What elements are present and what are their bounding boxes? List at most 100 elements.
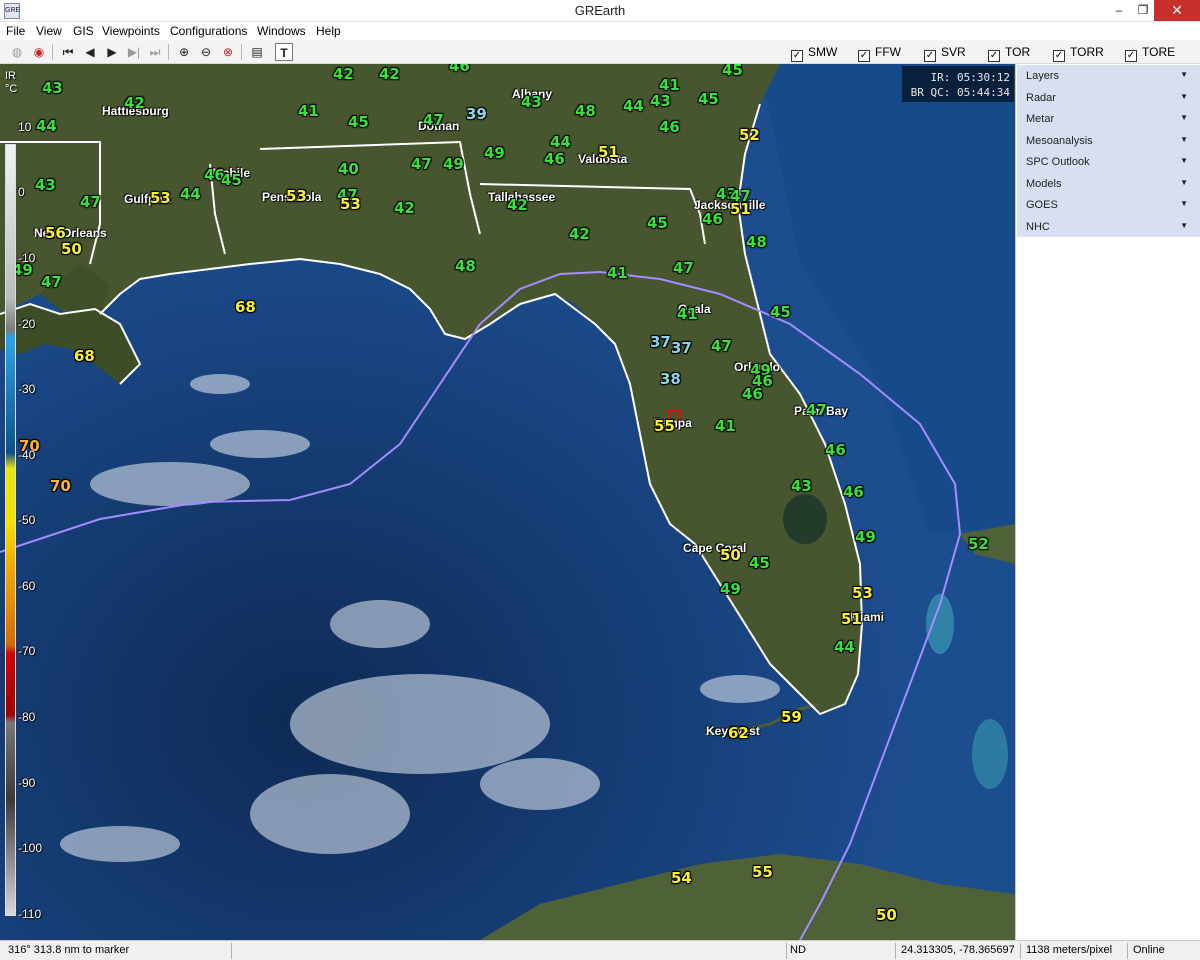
- panel-item-radar[interactable]: Radar ▼: [1026, 92, 1196, 104]
- legend-tick: 10: [18, 120, 32, 134]
- menu-configurations[interactable]: Configurations: [170, 24, 247, 38]
- temp-label: 46: [659, 118, 680, 136]
- panel-item-models[interactable]: Models ▼: [1026, 178, 1196, 190]
- panel-item-spc-outlook[interactable]: SPC Outlook ▼: [1026, 156, 1196, 168]
- panel-item-mesoanalysis[interactable]: Mesoanalysis ▼: [1026, 135, 1196, 147]
- warning-toggle-tore[interactable]: ✓ TORE: [1125, 44, 1176, 62]
- legend-label-unit: °C: [5, 83, 18, 95]
- coordinates-readout: 24.313305, -78.365697: [901, 944, 1015, 956]
- checkbox[interactable]: ✓: [988, 50, 1000, 62]
- temp-label: 43: [650, 92, 671, 110]
- menu-file[interactable]: File: [6, 24, 25, 38]
- status-separator: [1020, 943, 1021, 959]
- radar-icon[interactable]: ◉: [30, 43, 48, 61]
- text-icon[interactable]: T: [275, 43, 293, 61]
- legend-color-bar: [5, 144, 16, 916]
- toolbar: ◍ ◉ ⏮ ◀ ▶ ▶| ⏭ ⊕ ⊖ ⊗ ▤ T ✓ SMW ✓ FFW ✓ SVR …: [0, 40, 1200, 64]
- last-frame-icon[interactable]: ⏭: [146, 43, 164, 61]
- warning-toggle-ffw[interactable]: ✓ FFW: [858, 44, 901, 62]
- temp-label: 46: [702, 210, 723, 228]
- temp-label: 42: [379, 65, 400, 83]
- zoom-reset-icon[interactable]: ⊗: [219, 43, 237, 61]
- temp-label: 62: [728, 724, 749, 742]
- temp-label: 47: [806, 401, 827, 419]
- panel-item-label: Mesoanalysis: [1026, 135, 1093, 147]
- temp-label: 46: [449, 64, 470, 75]
- temp-label: 51: [730, 200, 751, 218]
- temp-label: 42: [569, 225, 590, 243]
- layer-panel: Layers ▼ Radar ▼ Metar ▼ Mesoanalysis ▼ SPC …: [1015, 64, 1200, 940]
- checkbox[interactable]: ✓: [791, 50, 803, 62]
- temp-label: 52: [968, 535, 989, 553]
- warning-toggle-torr[interactable]: ✓ TORR: [1053, 44, 1104, 62]
- legend-tick: -80: [18, 710, 36, 724]
- temp-label: 45: [348, 113, 369, 131]
- chevron-down-icon: ▼: [1180, 135, 1188, 144]
- status-separator: [786, 943, 787, 959]
- temp-label: 47: [423, 111, 444, 129]
- panel-item-label: GOES: [1026, 199, 1058, 211]
- temp-label: 47: [80, 193, 101, 211]
- menu-view[interactable]: View: [36, 24, 62, 38]
- temp-label: 47: [411, 155, 432, 173]
- temp-label: 46: [544, 150, 565, 168]
- temp-label: 46: [825, 441, 846, 459]
- temp-label: 44: [834, 638, 855, 656]
- temp-label: 51: [598, 143, 619, 161]
- temp-label: 41: [715, 417, 736, 435]
- legend-tick: -100: [18, 841, 43, 855]
- menu-viewpoints[interactable]: Viewpoints: [102, 24, 160, 38]
- zoom-in-icon[interactable]: ⊕: [175, 43, 193, 61]
- menu-windows[interactable]: Windows: [257, 24, 306, 38]
- temp-label: 44: [180, 185, 201, 203]
- temp-label: 38: [660, 370, 681, 388]
- panel-item-layers[interactable]: Layers ▼: [1026, 70, 1196, 82]
- warning-toggle-smw[interactable]: ✓ SMW: [791, 44, 837, 62]
- chevron-down-icon: ▼: [1180, 178, 1188, 187]
- legend-tick: -70: [18, 644, 36, 658]
- checkbox[interactable]: ✓: [924, 50, 936, 62]
- temp-label: 48: [575, 102, 596, 120]
- warning-toggle-svr[interactable]: ✓ SVR: [924, 44, 966, 62]
- panel-item-goes[interactable]: GOES ▼: [1026, 199, 1196, 211]
- checkbox[interactable]: ✓: [1125, 50, 1137, 62]
- warning-label: TORE: [1142, 45, 1176, 59]
- temp-label: 45: [647, 214, 668, 232]
- prev-frame-icon[interactable]: ◀: [81, 43, 99, 61]
- next-frame-icon[interactable]: ▶|: [125, 43, 143, 61]
- temp-label: 53: [286, 187, 307, 205]
- globe-icon[interactable]: ◍: [8, 43, 26, 61]
- chevron-down-icon: ▼: [1180, 221, 1188, 230]
- panel-item-label: Radar: [1026, 92, 1056, 104]
- warning-label: TOR: [1005, 45, 1031, 59]
- list-icon[interactable]: ▤: [248, 43, 266, 61]
- panel-item-nhc[interactable]: NHC ▼: [1026, 221, 1196, 233]
- temp-label: 68: [235, 298, 256, 316]
- temp-label: 53: [852, 584, 873, 602]
- map-view[interactable]: Hattiesburg Albany Dothan Valdosta Mobil…: [0, 64, 1015, 940]
- scale-readout: 1138 meters/pixel: [1026, 944, 1113, 956]
- play-icon[interactable]: ▶: [103, 43, 121, 61]
- close-button[interactable]: ✕: [1154, 0, 1200, 21]
- menu-help[interactable]: Help: [316, 24, 341, 38]
- legend-tick: -10: [18, 251, 36, 265]
- temp-label: 37: [671, 339, 692, 357]
- window-title: GREarth: [574, 3, 626, 18]
- title-bar: GRE GREarth – ❐ ✕: [0, 0, 1200, 22]
- checkbox[interactable]: ✓: [1053, 50, 1065, 62]
- temp-label: 49: [720, 580, 741, 598]
- temp-label: 55: [752, 863, 773, 881]
- warning-toggle-tor[interactable]: ✓ TOR: [988, 44, 1031, 62]
- menu-gis[interactable]: GIS: [73, 24, 94, 38]
- zoom-out-icon[interactable]: ⊖: [197, 43, 215, 61]
- br-qc-time: BR QC: 05:44:34: [910, 86, 1010, 99]
- checkbox[interactable]: ✓: [858, 50, 870, 62]
- chevron-down-icon: ▼: [1180, 156, 1188, 165]
- panel-list: Layers ▼ Radar ▼ Metar ▼ Mesoanalysis ▼ SPC …: [1017, 65, 1200, 237]
- temp-label: 70: [50, 477, 71, 495]
- ir-color-legend: IR °C 10 0 -10 -20 -30 -40 -50 -60 -70 -…: [0, 64, 46, 940]
- first-frame-icon[interactable]: ⏮: [59, 43, 77, 61]
- panel-item-metar[interactable]: Metar ▼: [1026, 113, 1196, 125]
- legend-tick: -60: [18, 579, 36, 593]
- temp-label: 59: [781, 708, 802, 726]
